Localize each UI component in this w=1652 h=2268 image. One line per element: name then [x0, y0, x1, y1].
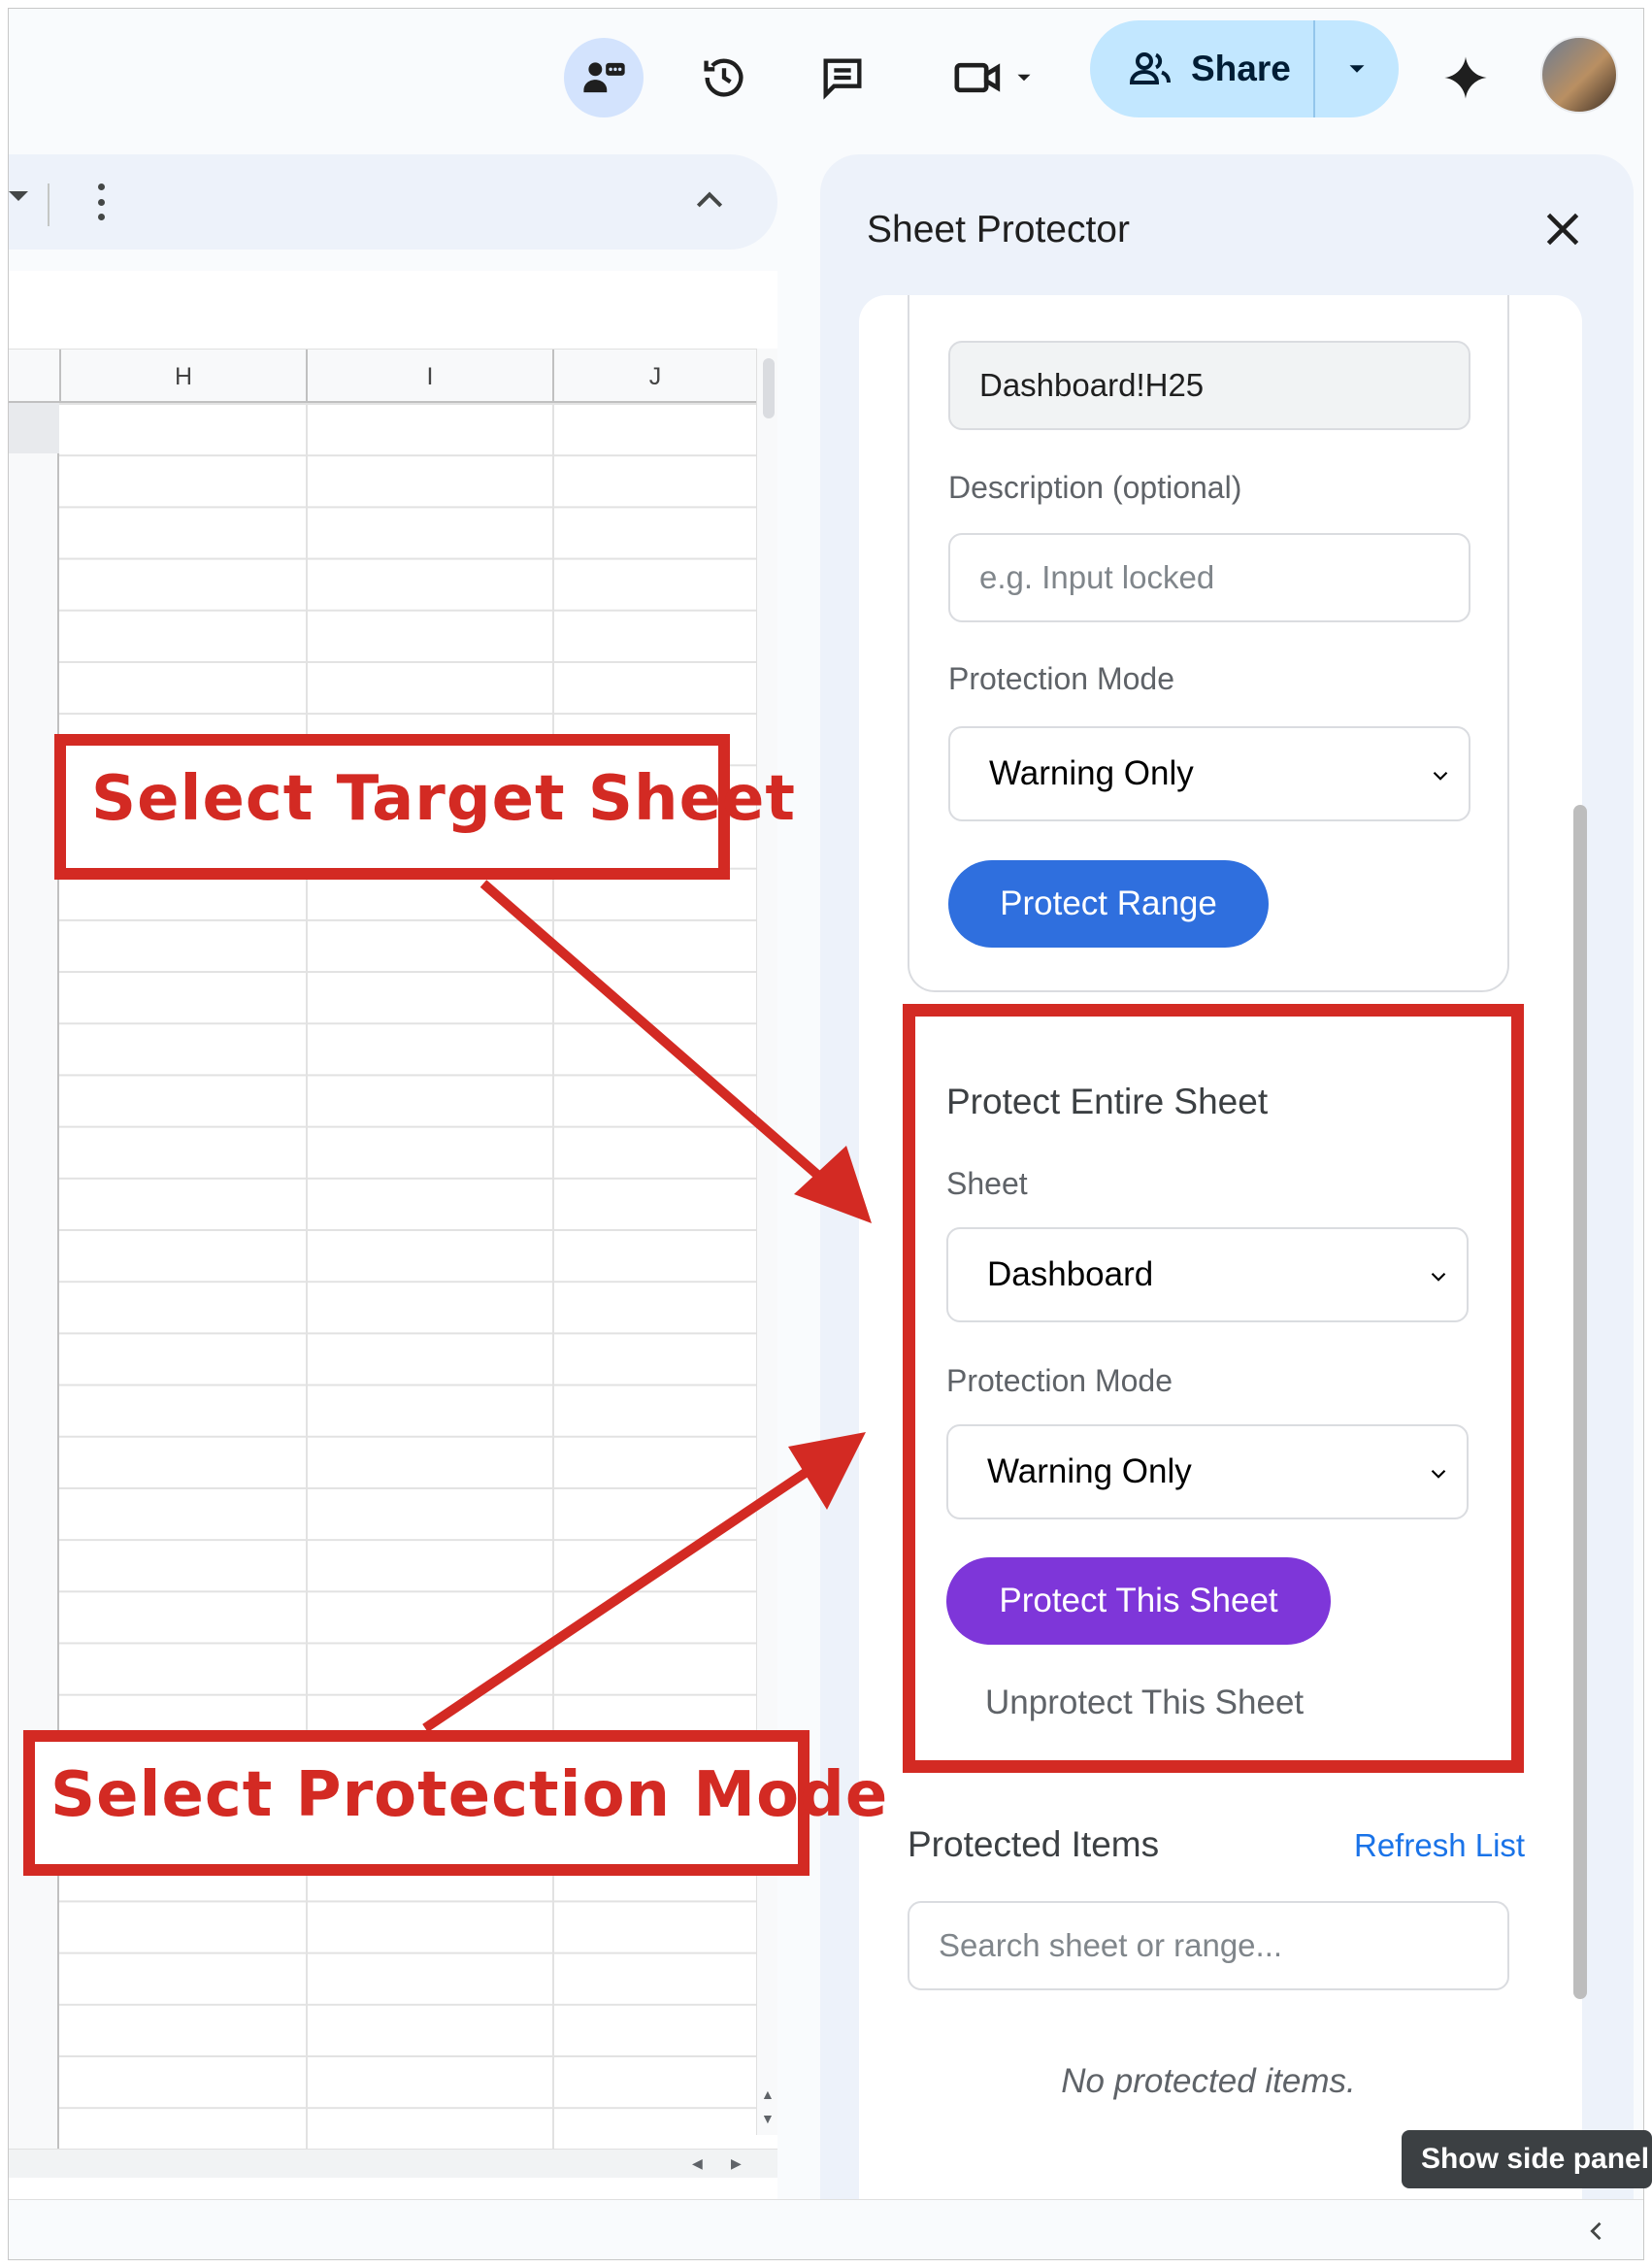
top-toolbar: Share [9, 9, 1643, 143]
refresh-list-link[interactable]: Refresh List [1354, 1827, 1525, 1864]
description-input[interactable]: e.g. Input locked [948, 533, 1470, 622]
scroll-up-icon[interactable]: ▲ [761, 2086, 775, 2102]
scrollbar-thumb[interactable] [763, 358, 775, 418]
annotation-target-sheet: Select Target Sheet [91, 763, 796, 835]
people-icon [1129, 52, 1171, 84]
meet-people-icon[interactable] [564, 38, 644, 117]
horizontal-scrollbar[interactable]: ◀ ▶ [9, 2149, 777, 2178]
column-divider [552, 403, 554, 2151]
scroll-down-icon[interactable]: ▼ [761, 2111, 775, 2126]
sheet-toolbar [9, 154, 777, 250]
spreadsheet-grid[interactable]: H I J ▲ ▼ ◀ ▶ [9, 271, 777, 2203]
column-header-h[interactable]: H [59, 350, 306, 404]
share-main[interactable]: Share [1090, 20, 1315, 117]
chevron-down-icon [1349, 65, 1365, 73]
highlight-box [903, 1004, 1524, 1773]
protected-items-title: Protected Items [908, 1824, 1160, 1864]
annotation-protection-mode: Select Protection Mode [50, 1759, 889, 1831]
avatar[interactable] [1540, 36, 1618, 114]
panel-title: Sheet Protector [867, 209, 1130, 250]
history-icon[interactable] [684, 38, 764, 117]
toolbar-divider [48, 183, 50, 226]
scroll-left-icon[interactable]: ◀ [692, 2155, 703, 2172]
close-icon[interactable] [1538, 205, 1587, 253]
scroll-right-icon[interactable]: ▶ [731, 2155, 742, 2172]
row-headers [9, 403, 59, 2151]
column-header-j[interactable]: J [552, 350, 756, 404]
panel-scrollbar[interactable] [1573, 805, 1587, 1999]
chevron-left-icon[interactable] [1583, 2218, 1610, 2245]
range-mode-value: Warning Only [989, 754, 1194, 792]
column-headers: H I J [9, 349, 756, 404]
range-mode-select[interactable]: Warning Only [948, 726, 1470, 821]
gemini-sparkle-icon[interactable] [1426, 38, 1505, 117]
column-divider [306, 403, 308, 2151]
show-side-panel-tooltip: Show side panel [1402, 2130, 1652, 2188]
cell-area[interactable] [59, 403, 756, 2151]
share-dropdown[interactable] [1315, 54, 1399, 83]
selected-row-header [9, 403, 59, 453]
bottom-bar [9, 2199, 1643, 2259]
chevron-down-icon[interactable] [9, 191, 28, 201]
column-header-i[interactable]: I [306, 350, 552, 404]
video-icon[interactable] [931, 38, 1057, 117]
protected-items-search[interactable]: Search sheet or range... [908, 1901, 1509, 1990]
empty-state-text: No protected items. [1061, 2062, 1356, 2100]
share-button[interactable]: Share [1090, 20, 1399, 117]
comment-icon[interactable] [803, 38, 882, 117]
range-mode-label: Protection Mode [948, 661, 1175, 696]
chevron-up-icon[interactable] [690, 182, 729, 220]
protect-range-card: Dashboard!H25 Description (optional) e.g… [908, 295, 1509, 992]
chevron-down-icon [1017, 74, 1031, 82]
chevron-down-icon [1433, 771, 1448, 781]
more-options-icon[interactable] [84, 180, 117, 224]
protect-range-button[interactable]: Protect Range [948, 860, 1269, 948]
share-label: Share [1191, 49, 1291, 88]
range-field[interactable]: Dashboard!H25 [948, 341, 1470, 430]
description-label: Description (optional) [948, 470, 1242, 505]
